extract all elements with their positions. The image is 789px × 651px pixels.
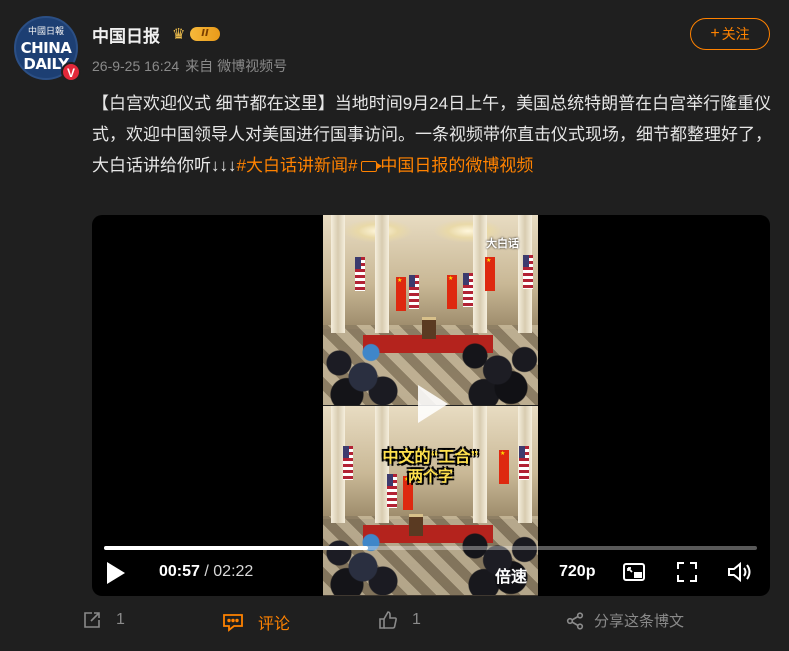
post-source[interactable]: 微博视频号 [217,58,287,74]
share-button[interactable]: 分享这条博文 [566,610,684,631]
pip-icon[interactable] [622,560,646,584]
share-icon [566,611,584,630]
video-source-link[interactable]: 中国日报的微博视频 [380,156,533,175]
comment-button[interactable]: 评论 [222,610,290,634]
repost-count: 1 [116,611,125,628]
level-label: II [190,27,220,41]
hashtag-link[interactable]: #大白话讲新闻# [237,156,358,175]
crown-icon: ♛ [172,25,186,43]
quality-button[interactable]: 720p [559,563,595,581]
like-button[interactable]: 1 [378,610,421,630]
like-icon [379,611,397,629]
follow-button[interactable]: + 关注 [690,18,770,50]
current-time: 00:57 [159,563,200,580]
speed-button[interactable]: 倍速 [495,563,527,587]
volume-icon[interactable] [726,560,754,584]
repost-icon [84,612,100,628]
follow-label: 关注 [721,26,750,42]
verified-badge-icon: V [61,62,81,82]
time-separator: / [204,563,209,580]
video-subtitle-line1: 中文的“工合” [382,449,479,466]
comment-label: 评论 [258,616,291,633]
play-overlay-icon[interactable] [408,382,452,426]
progress-bar[interactable] [104,546,757,550]
video-subtitle-line2: 两个字 [407,468,453,485]
post-text: 【白宫欢迎仪式 细节都在这里】当地时间9月24日上午，美国总统特朗普在白宫举行隆… [92,88,772,181]
fullscreen-icon[interactable] [675,560,699,584]
post-timestamp[interactable]: 26-9-25 16:24 [92,58,179,74]
level-badge[interactable]: ♛ II [172,25,220,43]
play-button[interactable] [104,560,128,584]
video-icon [361,161,383,172]
plus-icon: + [710,25,720,42]
repost-button[interactable]: 1 [82,610,125,630]
video-scene-top: 大白话 [323,215,538,405]
time-readout: 00:57 / 02:22 [159,563,253,581]
source-prefix: 来自 [185,58,214,74]
weibo-post: 中國日報 CHINA DAILY V 中国日报 ♛ II 26-9-25 16:… [0,0,789,651]
total-time: 02:22 [213,563,254,580]
like-count: 1 [412,611,421,628]
video-watermark: 大白话 [486,238,519,250]
progress-fill [104,546,369,550]
author-name[interactable]: 中国日报 [92,22,160,47]
video-player[interactable]: 大白话 中文的“工合” 两个字 [92,215,770,596]
comment-icon [223,614,243,632]
action-bar: 1 评论 1 分享这条博文 [0,600,789,644]
share-label: 分享这条博文 [594,613,685,630]
post-meta: 26-9-25 16:24 来自 微博视频号 [92,56,287,76]
avatar-brush-text: 中國日報 [27,27,64,37]
